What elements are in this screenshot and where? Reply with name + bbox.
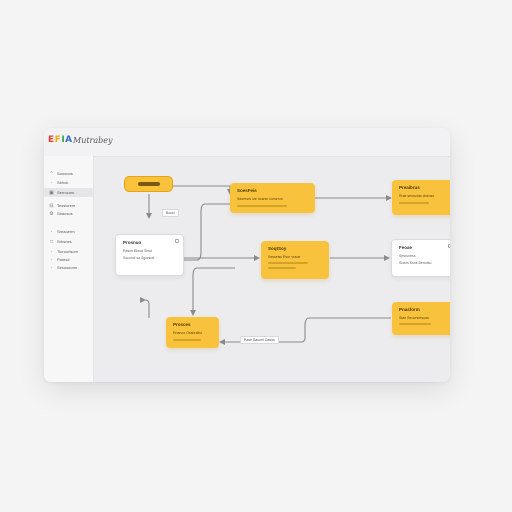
node-description: Sesroness	[399, 254, 416, 258]
gear-icon: ⚙	[49, 210, 54, 217]
sidebar-item-label: Pamsd	[57, 257, 70, 262]
node-text-line	[268, 262, 308, 264]
node-description-2: Siosrs Ssns Berodsu	[399, 261, 432, 265]
sidebar-item-0[interactable]: ⌃ Sooooos	[49, 169, 91, 178]
start-node[interactable]	[124, 176, 173, 192]
node-title: Prosces	[173, 322, 191, 327]
node-description: Sesseiss Rsor vssoe	[268, 255, 301, 259]
sidebar-item-9[interactable]: · Sesosoorm	[49, 263, 91, 272]
sidebar-item-5[interactable]: · Sreaoerm	[49, 227, 91, 236]
node-description: Stae Seoorsresuas	[399, 316, 429, 320]
sidebar-item-1[interactable]: · Sbhok	[49, 178, 91, 187]
sidebar-item-6[interactable]: □ Srbsnes	[49, 237, 91, 246]
process-node-right-top[interactable]: Preaibrus Rrae sesrunas doeoso	[392, 180, 450, 215]
card-node-right[interactable]: Feoae Sesroness Siosrs Ssns Berodsu	[391, 239, 450, 277]
node-title: Pnasform	[399, 307, 420, 312]
node-description: Sdoresrs sre dosrsn corseros	[237, 197, 283, 201]
node-description: Rrae sesrunas doeoso	[399, 194, 435, 198]
dot-icon: ·	[50, 264, 53, 271]
grid-icon: ·	[50, 179, 53, 186]
app-logo: EFIA	[48, 135, 73, 145]
sidebar-item-label: Srbsnes	[57, 239, 72, 244]
sidebar-item-label: Sreaoerm	[57, 229, 75, 234]
box-icon: □	[49, 238, 54, 245]
expand-icon[interactable]	[175, 239, 179, 243]
doc-icon: ⊟	[49, 202, 54, 209]
edge-bottom-left-loop	[144, 297, 151, 318]
edge-mid-to-bottom-left	[190, 267, 235, 316]
node-title: Preaibrus	[399, 185, 420, 190]
process-node-middle[interactable]: SoqtSoy Sesseiss Rsor vssoe	[261, 241, 329, 279]
node-description: Rason Bieoo Sbsd	[123, 249, 152, 253]
title-bar: EFIA Mutrabey	[44, 128, 450, 157]
sidebar-item-label: Sbhok	[57, 180, 69, 185]
sidebar-item-label: Serrocom	[57, 190, 75, 195]
up-arrow-icon: ⌃	[49, 170, 54, 177]
node-text-line	[399, 202, 429, 204]
sidebar-item-label: Tioroorisom	[57, 249, 78, 254]
sidebar-item-4[interactable]: ⚙ Sbaosos	[49, 209, 91, 218]
sidebar-item-label: Sesosoorm	[57, 265, 78, 270]
node-text-line	[399, 323, 431, 325]
start-node-label	[138, 182, 160, 186]
process-node-bottom-right[interactable]: Pnasform Stae Seoorsresuas	[392, 302, 450, 335]
sidebar-item-label: Tessiorem	[57, 203, 76, 208]
node-text-line	[173, 339, 201, 341]
edge-label-top: Bocsi	[162, 209, 179, 217]
edge-start-to-process	[173, 185, 233, 195]
sidebar-item-label: Sbaosos	[57, 211, 73, 216]
node-title: SoqtSoy	[268, 246, 287, 251]
expand-icon[interactable]	[448, 244, 450, 248]
node-description-2: Ssconoi sa Sgorsraf	[123, 256, 155, 260]
node-title: Prosnuo	[123, 240, 142, 245]
process-node-bottom-left[interactable]: Prosces Rnanoo Ossbrstho	[166, 317, 219, 348]
sidebar: ⌃ Sooooos · Sbhok ▣ Serrocom ⊟ Tessiorem ⚙ Sb…	[44, 156, 94, 382]
card-node-left[interactable]: Prosnuo Rason Bieoo Sbsd Ssconoi sa Sgor…	[115, 234, 184, 276]
node-title: SoesFeis	[237, 188, 257, 193]
sidebar-item-2[interactable]: ▣ Serrocom	[44, 188, 93, 197]
dot-icon: ·	[50, 228, 53, 235]
diagram-canvas[interactable]: Bocsi SoesFeis Sdoresrs sre dosrsn corse…	[93, 156, 450, 382]
app-window: EFIA Mutrabey ⌃ Sooooos · Sbhok ▣ Serrocom …	[44, 128, 450, 382]
sidebar-item-label: Sooooos	[57, 171, 73, 176]
app-name: Mutrabey	[73, 136, 113, 145]
node-description: Rnanoo Ossbrstho	[173, 331, 203, 335]
edge-label-bottom: Pase Sasorri Dasos	[240, 336, 279, 344]
dot-icon: ·	[50, 248, 53, 255]
process-node-top[interactable]: SoesFeis Sdoresrs sre dosrsn corseros	[230, 183, 315, 213]
dot-icon: ·	[50, 256, 53, 263]
node-text-line	[268, 267, 296, 269]
node-title: Feoae	[399, 245, 413, 250]
node-text-line	[237, 205, 287, 207]
flow-icon: ▣	[49, 189, 54, 196]
